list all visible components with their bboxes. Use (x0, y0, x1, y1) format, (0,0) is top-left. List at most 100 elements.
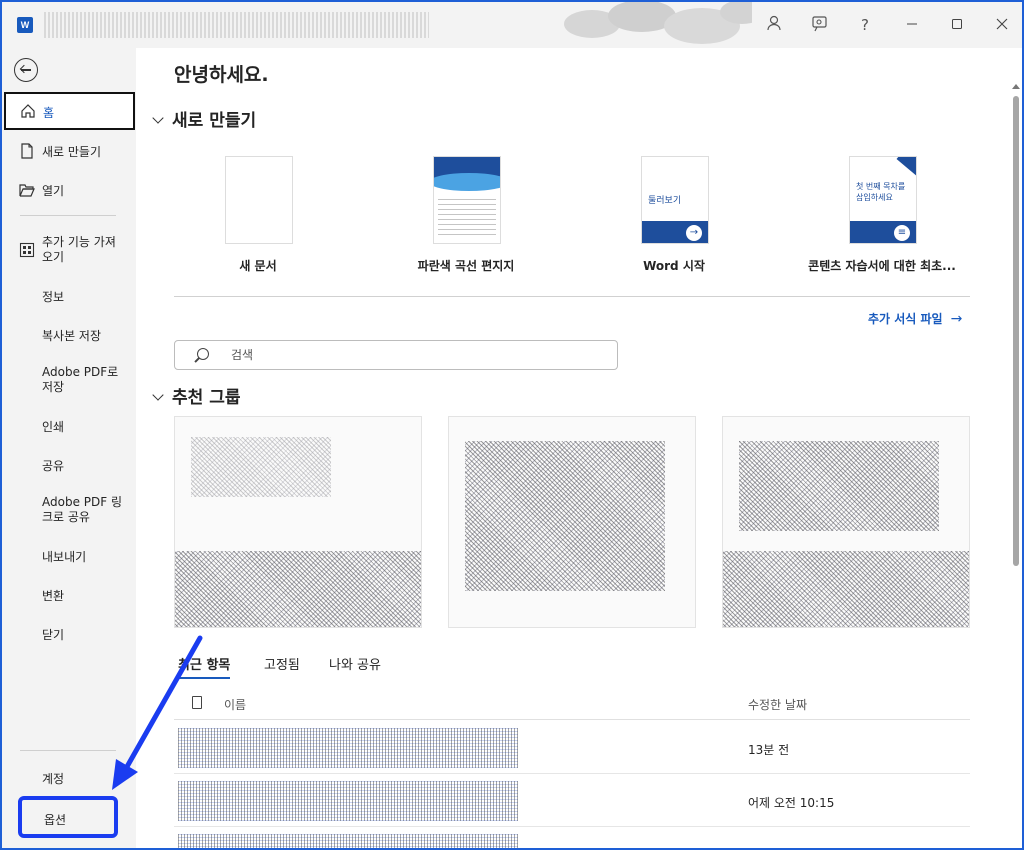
recommended-card[interactable] (722, 416, 970, 628)
sidebar-item-label: 옵션 (44, 813, 67, 827)
sidebar-item-label: 정보 (42, 290, 65, 304)
recommended-section-header[interactable]: 추천 그룹 (152, 383, 240, 408)
scrollbar-thumb[interactable] (1013, 96, 1019, 566)
section-title: 추천 그룹 (172, 388, 241, 408)
close-button[interactable] (992, 15, 1012, 35)
thumb-corner-ribbon (896, 157, 916, 176)
template-toc-tutorial[interactable]: 첫 번째 목차를 삽입하세요 ≡ 콘텐츠 자습서에 대한 최초... (782, 156, 982, 276)
sidebar-item-open[interactable]: 열기 (2, 181, 136, 201)
section-title: 새로 만들기 (172, 111, 257, 131)
search-input[interactable] (231, 346, 591, 364)
coauthoring-icon[interactable] (810, 15, 830, 35)
sidebar-item-label: 복사본 저장 (42, 329, 102, 343)
title-bar: W ? (2, 2, 1022, 48)
sidebar-item-label: 인쇄 (42, 420, 65, 434)
addins-grid-icon (19, 242, 35, 258)
template-thumbnail: 둘러보기 → (641, 156, 709, 244)
sidebar-item-account[interactable]: 계정 (2, 770, 136, 790)
template-thumbnail: 첫 번째 목차를 삽입하세요 ≡ (849, 156, 917, 244)
back-arrow-icon[interactable] (14, 58, 38, 82)
tab-pinned[interactable]: 고정됨 (264, 654, 300, 673)
section-divider (174, 296, 970, 297)
file-row[interactable] (174, 828, 970, 848)
file-row[interactable]: 어제 오전 10:15 (174, 775, 970, 827)
sidebar-item-new[interactable]: 새로 만들기 (2, 142, 136, 162)
sidebar-item-label: Adobe PDF로 저장 (42, 365, 119, 394)
redacted-content (723, 551, 969, 627)
scroll-up-icon[interactable] (1012, 84, 1020, 89)
search-icon (197, 348, 209, 360)
sidebar-item-close[interactable]: 닫기 (2, 626, 136, 646)
sidebar-item-export[interactable]: 내보내기 (2, 548, 136, 568)
sidebar-item-home[interactable]: 홈 (4, 92, 135, 130)
file-modified-date: 어제 오전 10:15 (748, 796, 835, 810)
redacted-content (175, 551, 421, 627)
toc-icon: ≡ (894, 225, 910, 241)
template-search-box[interactable] (174, 340, 618, 370)
file-list-header: 이름 수정한 날짜 (174, 694, 970, 720)
redacted-content (739, 441, 939, 531)
sidebar-item-label: 열기 (42, 184, 65, 198)
template-word-start[interactable]: 둘러보기 → Word 시작 (574, 156, 774, 276)
more-templates-link[interactable]: 추가 서식 파일 → (868, 310, 962, 327)
minimize-button[interactable] (902, 15, 922, 35)
sidebar-item-transform[interactable]: 변환 (2, 587, 136, 607)
template-blue-curve-letter[interactable]: 파란색 곡선 편지지 (366, 156, 566, 276)
help-button[interactable]: ? (855, 15, 875, 35)
redacted-content (191, 437, 331, 497)
template-caption: 파란색 곡선 편지지 (417, 259, 515, 273)
sidebar-item-label: Adobe PDF 링크로 공유 (42, 495, 123, 524)
backstage-sidebar: 홈 새로 만들기 열기 추가 기능 가져오기 정보 복사본 저장 Adobe P… (2, 48, 136, 848)
tab-recent[interactable]: 최근 항목 (178, 654, 231, 679)
sidebar-divider (20, 215, 116, 216)
sidebar-item-info[interactable]: 정보 (2, 288, 136, 308)
recommended-card[interactable] (448, 416, 696, 628)
arrow-right-icon: → (950, 311, 963, 327)
page-title: 안녕하세요. (174, 64, 269, 86)
redacted-filename (178, 834, 518, 848)
thumb-label: 첫 번째 목차를 삽입하세요 (856, 182, 906, 202)
sidebar-item-save-copy[interactable]: 복사본 저장 (2, 327, 136, 347)
cloud-decoration-icon (564, 2, 752, 44)
sidebar-item-print[interactable]: 인쇄 (2, 418, 136, 438)
word-window: W ? 홈 새로 만들기 열기 추가 기능 가져오기 정보 복사본 저장 Ado… (0, 0, 1024, 850)
redacted-filename (178, 781, 518, 821)
link-label: 추가 서식 파일 (868, 312, 943, 326)
sidebar-item-save-adobe-pdf[interactable]: Adobe PDF로 저장 (2, 365, 136, 399)
maximize-button[interactable] (947, 15, 967, 35)
sidebar-item-share-adobe-pdf-link[interactable]: Adobe PDF 링크로 공유 (2, 495, 136, 529)
folder-open-icon (19, 184, 35, 197)
sidebar-item-label: 공유 (42, 459, 65, 473)
template-thumbnail (433, 156, 501, 244)
column-modified-date[interactable]: 수정한 날짜 (748, 696, 807, 713)
column-name[interactable]: 이름 (224, 696, 246, 713)
sidebar-item-options[interactable]: 옵션 (18, 796, 118, 838)
account-icon[interactable] (764, 15, 784, 35)
thumb-wave (434, 173, 500, 191)
sidebar-item-share[interactable]: 공유 (2, 457, 136, 477)
home-icon (21, 104, 35, 118)
sidebar-item-label: 내보내기 (42, 550, 87, 564)
vertical-scrollbar[interactable] (1010, 48, 1022, 848)
template-blank-document[interactable]: 새 문서 (158, 156, 358, 276)
sidebar-item-addins[interactable]: 추가 기능 가져오기 (2, 234, 136, 268)
template-caption: Word 시작 (643, 259, 705, 273)
new-section-header[interactable]: 새로 만들기 (152, 106, 256, 131)
template-caption: 새 문서 (239, 259, 277, 273)
sidebar-item-label: 새로 만들기 (42, 145, 102, 159)
sidebar-item-label: 추가 기능 가져오기 (42, 235, 116, 264)
recommended-card[interactable] (174, 416, 422, 628)
tab-shared-with-me[interactable]: 나와 공유 (329, 654, 381, 673)
sidebar-item-label: 계정 (42, 772, 65, 786)
template-caption: 콘텐츠 자습서에 대한 최초... (808, 259, 956, 273)
template-thumbnail (225, 156, 293, 244)
redacted-filename (178, 728, 518, 768)
chevron-down-icon (152, 389, 164, 401)
home-pane: 안녕하세요. 새로 만들기 새 문서 파란색 곡선 편지지 둘러보기 → Wor… (136, 48, 1010, 848)
sidebar-item-label: 홈 (43, 106, 55, 120)
file-type-icon (192, 696, 202, 709)
sidebar-divider (20, 750, 116, 751)
chevron-down-icon (152, 112, 164, 124)
word-app-icon: W (17, 17, 33, 33)
file-row[interactable]: 13분 전 (174, 722, 970, 774)
